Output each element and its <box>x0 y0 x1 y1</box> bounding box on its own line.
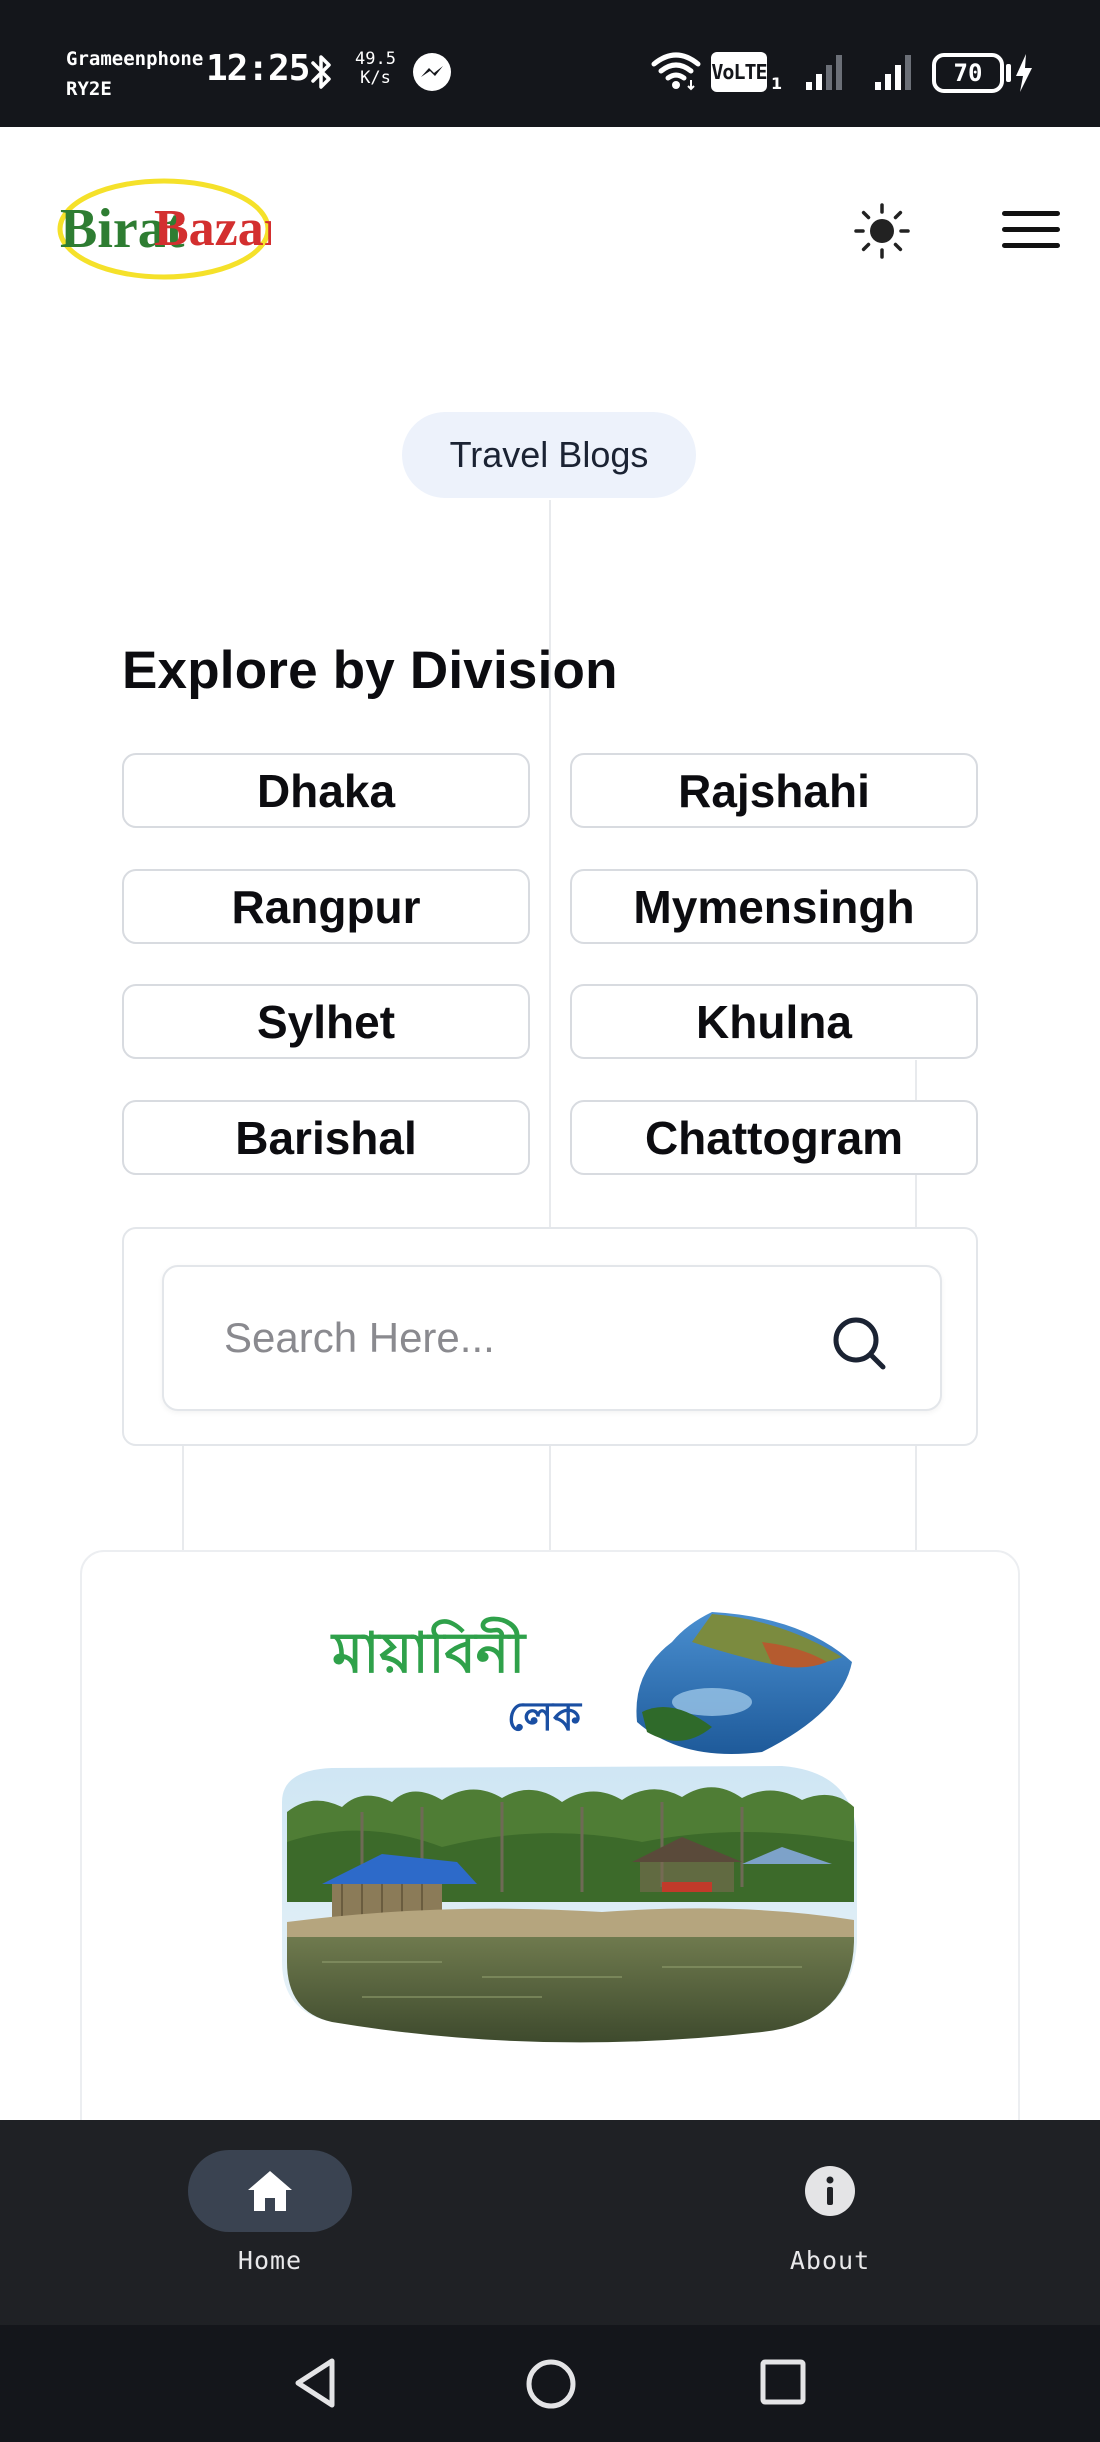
division-button-dhaka[interactable]: Dhaka <box>122 753 530 828</box>
hamburger-menu-icon[interactable] <box>1000 205 1062 255</box>
search-box <box>162 1265 942 1411</box>
blog-cover-image: মায়াবিনী লেক <box>282 1612 857 2043</box>
home-circle-icon[interactable] <box>524 2357 578 2411</box>
sun-icon <box>854 203 910 259</box>
network-speed: 49.5 K/s <box>355 50 396 88</box>
search-card <box>122 1227 978 1446</box>
info-icon <box>805 2166 855 2216</box>
app-header: Birat Bazar <box>0 127 1100 327</box>
system-navigation-bar <box>0 2325 1100 2442</box>
search-icon[interactable] <box>830 1314 890 1374</box>
wifi-icon <box>651 52 701 91</box>
section-title: Explore by Division <box>122 641 618 700</box>
battery-tip <box>1006 64 1011 82</box>
nav-about-button[interactable]: About <box>750 2150 910 2300</box>
carrier-sub: RY2E <box>66 78 112 100</box>
carrier-name: Grameenphone <box>66 48 204 70</box>
home-icon <box>248 2171 292 2211</box>
travel-blogs-badge: Travel Blogs <box>402 412 696 498</box>
signal-sim2-icon <box>875 55 911 90</box>
division-button-chattogram[interactable]: Chattogram <box>570 1100 978 1175</box>
nav-home-button[interactable]: Home <box>188 2150 352 2300</box>
messenger-icon <box>413 53 451 91</box>
back-icon[interactable] <box>288 2355 344 2411</box>
blog-title-line2: লেক <box>507 1694 583 1740</box>
bluetooth-icon <box>311 55 331 89</box>
nav-home-active-pill <box>188 2150 352 2232</box>
nav-about-label: About <box>789 2246 871 2275</box>
recent-apps-icon[interactable] <box>758 2357 808 2407</box>
division-button-rangpur[interactable]: Rangpur <box>122 869 530 944</box>
division-button-barishal[interactable]: Barishal <box>122 1100 530 1175</box>
search-input[interactable] <box>224 1267 804 1409</box>
theme-toggle-button[interactable] <box>848 197 916 265</box>
nav-home-label: Home <box>237 2246 303 2275</box>
nav-about-icon-wrap <box>789 2150 871 2232</box>
status-bar: Grameenphone RY2E 12:25 49.5 K/s VoLTE 1… <box>0 0 1100 127</box>
charging-icon <box>1016 54 1032 92</box>
biratbazar-logo[interactable]: Birat Bazar <box>56 173 271 283</box>
signal-sim1-icon <box>806 55 842 90</box>
battery-level: 70 <box>932 53 1004 93</box>
volte-badge: VoLTE <box>711 52 768 92</box>
volte-sim: 1 <box>771 74 783 93</box>
carrier-info: Grameenphone RY2E <box>66 44 203 104</box>
logo-text-bazar: Bazar <box>154 200 271 257</box>
division-button-sylhet[interactable]: Sylhet <box>122 984 530 1059</box>
division-button-khulna[interactable]: Khulna <box>570 984 978 1059</box>
blog-title-line1: মায়াবিনী <box>330 1617 527 1686</box>
speed-value: 49.5 <box>355 49 396 69</box>
division-button-rajshahi[interactable]: Rajshahi <box>570 753 978 828</box>
bottom-navigation: Home About <box>0 2120 1100 2325</box>
division-button-mymensingh[interactable]: Mymensingh <box>570 869 978 944</box>
speed-unit: K/s <box>360 68 391 88</box>
status-clock: 12:25 <box>206 48 310 89</box>
